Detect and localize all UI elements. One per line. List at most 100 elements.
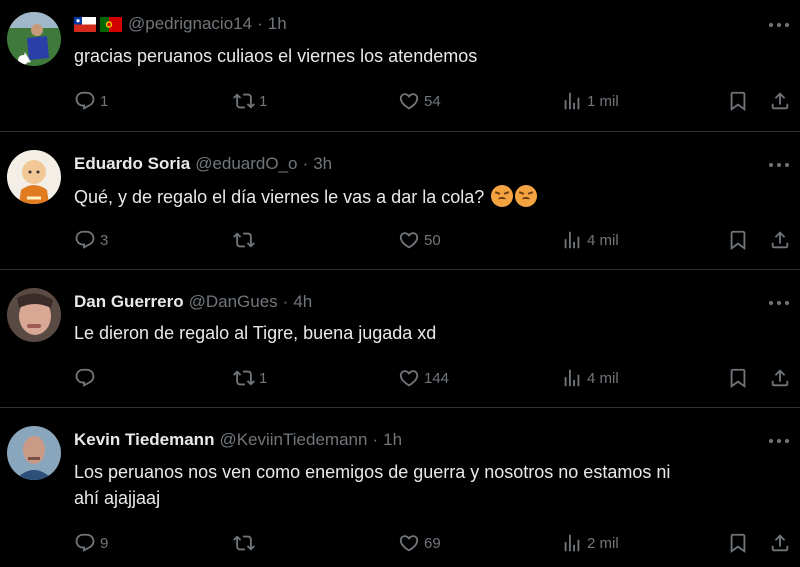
bar-chart-icon bbox=[561, 532, 583, 554]
tweet-time[interactable]: 3h bbox=[313, 154, 332, 174]
views-button[interactable]: 1 mil bbox=[561, 89, 619, 113]
tweet-handle[interactable]: @KeviinTiedemann bbox=[219, 430, 367, 450]
tweet-header: Dan Guerrero @DanGues · 4h bbox=[74, 291, 312, 313]
tweet-handle[interactable]: @eduardO_o bbox=[195, 154, 297, 174]
like-button[interactable]: 69 bbox=[398, 531, 441, 555]
tweet[interactable]: Eduardo Soria @eduardO_o · 3h Qué, y de … bbox=[0, 132, 800, 269]
reply-count: 9 bbox=[100, 534, 109, 552]
share-button[interactable] bbox=[769, 89, 795, 113]
tweet-text-line: ahí ajajjaaj bbox=[74, 488, 161, 508]
bookmark-icon bbox=[727, 532, 749, 554]
tweet-author-name[interactable]: Dan Guerrero bbox=[74, 292, 184, 312]
retweet-button[interactable]: 1 bbox=[233, 89, 267, 113]
tweet-text-line: Los peruanos nos ven como enemigos de gu… bbox=[74, 462, 671, 482]
reply-count: 1 bbox=[100, 92, 109, 110]
like-count: 144 bbox=[424, 369, 450, 387]
bar-chart-icon bbox=[561, 367, 583, 389]
heart-icon bbox=[398, 367, 420, 389]
share-icon bbox=[769, 532, 791, 554]
tweet-header: @pedrignacio14 · 1h bbox=[74, 13, 287, 35]
tweet-actions: 1 1 54 1 mil bbox=[74, 89, 794, 113]
tweet-header: Kevin Tiedemann @KeviinTiedemann · 1h bbox=[74, 429, 402, 451]
share-button[interactable] bbox=[769, 228, 795, 252]
retweet-button[interactable]: 1 bbox=[233, 366, 267, 390]
view-count: 1 mil bbox=[587, 92, 619, 110]
avatar[interactable] bbox=[7, 150, 61, 204]
avatar[interactable] bbox=[7, 288, 61, 342]
avatar[interactable] bbox=[7, 426, 61, 480]
bookmark-button[interactable] bbox=[727, 89, 753, 113]
like-count: 50 bbox=[424, 231, 441, 249]
separator-dot: · bbox=[302, 154, 309, 173]
tweet-actions: 3 50 4 mil bbox=[74, 228, 794, 252]
share-icon bbox=[769, 367, 791, 389]
views-button[interactable]: 4 mil bbox=[561, 228, 619, 252]
retweet-count: 1 bbox=[259, 92, 268, 110]
avatar[interactable] bbox=[7, 12, 61, 66]
more-options-icon[interactable] bbox=[768, 21, 790, 29]
tweet-author-name[interactable]: Eduardo Soria bbox=[74, 154, 190, 174]
share-icon bbox=[769, 229, 791, 251]
like-button[interactable]: 144 bbox=[398, 366, 449, 390]
tweet-handle[interactable]: @DanGues bbox=[189, 292, 278, 312]
tweet-actions: 9 69 2 mil bbox=[74, 531, 794, 555]
bookmark-icon bbox=[727, 90, 749, 112]
more-options-icon[interactable] bbox=[768, 161, 790, 169]
retweet-button[interactable] bbox=[233, 228, 259, 252]
retweet-count: 1 bbox=[259, 369, 268, 387]
separator-dot: · bbox=[257, 14, 263, 33]
tweet[interactable]: Dan Guerrero @DanGues · 4h Le dieron de … bbox=[0, 270, 800, 407]
avatar-image bbox=[7, 288, 61, 342]
portugal-flag-icon bbox=[100, 16, 122, 32]
tweet-header: Eduardo Soria @eduardO_o · 3h bbox=[74, 153, 332, 175]
heart-icon bbox=[398, 532, 420, 554]
views-button[interactable]: 2 mil bbox=[561, 531, 619, 555]
retweet-button[interactable] bbox=[233, 531, 259, 555]
tweet-text-content: Qué, y de regalo el día viernes le vas a… bbox=[74, 187, 485, 207]
reply-icon bbox=[74, 229, 96, 251]
angry-face-emoji-icon bbox=[515, 185, 538, 207]
tweet-actions: 1 144 4 mil bbox=[74, 366, 794, 390]
avatar-image bbox=[7, 150, 61, 204]
view-count: 2 mil bbox=[587, 534, 619, 552]
retweet-icon bbox=[233, 229, 255, 251]
reply-button[interactable]: 1 bbox=[74, 89, 108, 113]
share-button[interactable] bbox=[769, 531, 795, 555]
view-count: 4 mil bbox=[587, 231, 619, 249]
share-button[interactable] bbox=[769, 366, 795, 390]
like-button[interactable]: 50 bbox=[398, 228, 441, 252]
chile-flag-icon bbox=[74, 16, 96, 32]
tweet-handle[interactable]: @pedrignacio14 bbox=[128, 14, 252, 34]
bookmark-button[interactable] bbox=[727, 366, 753, 390]
more-options-icon[interactable] bbox=[768, 299, 790, 307]
retweet-icon bbox=[233, 90, 255, 112]
bookmark-icon bbox=[727, 229, 749, 251]
retweet-icon bbox=[233, 532, 255, 554]
bar-chart-icon bbox=[561, 90, 583, 112]
reply-button[interactable]: 9 bbox=[74, 531, 108, 555]
views-button[interactable]: 4 mil bbox=[561, 366, 619, 390]
avatar-image bbox=[7, 426, 61, 480]
bookmark-button[interactable] bbox=[727, 531, 753, 555]
reply-icon bbox=[74, 367, 96, 389]
like-button[interactable]: 54 bbox=[398, 89, 441, 113]
reply-count: 3 bbox=[100, 231, 109, 249]
tweet-time[interactable]: 1h bbox=[383, 430, 402, 450]
reply-icon bbox=[74, 532, 96, 554]
more-options-icon[interactable] bbox=[768, 437, 790, 445]
tweet-author-name[interactable]: Kevin Tiedemann bbox=[74, 430, 214, 450]
like-count: 69 bbox=[424, 534, 441, 552]
reply-button[interactable]: 3 bbox=[74, 228, 108, 252]
reply-button[interactable] bbox=[74, 366, 100, 390]
bar-chart-icon bbox=[561, 229, 583, 251]
tweet[interactable]: Kevin Tiedemann @KeviinTiedemann · 1h Lo… bbox=[0, 408, 800, 567]
tweet-time[interactable]: 1h bbox=[268, 14, 287, 34]
reply-icon bbox=[74, 90, 96, 112]
tweet-time[interactable]: 4h bbox=[293, 292, 312, 312]
heart-icon bbox=[398, 90, 420, 112]
view-count: 4 mil bbox=[587, 369, 619, 387]
angry-face-emoji-icon bbox=[491, 185, 514, 207]
tweet[interactable]: @pedrignacio14 · 1h gracias peruanos cul… bbox=[0, 0, 800, 131]
bookmark-button[interactable] bbox=[727, 228, 753, 252]
tweet-text: Qué, y de regalo el día viernes le vas a… bbox=[74, 184, 784, 210]
